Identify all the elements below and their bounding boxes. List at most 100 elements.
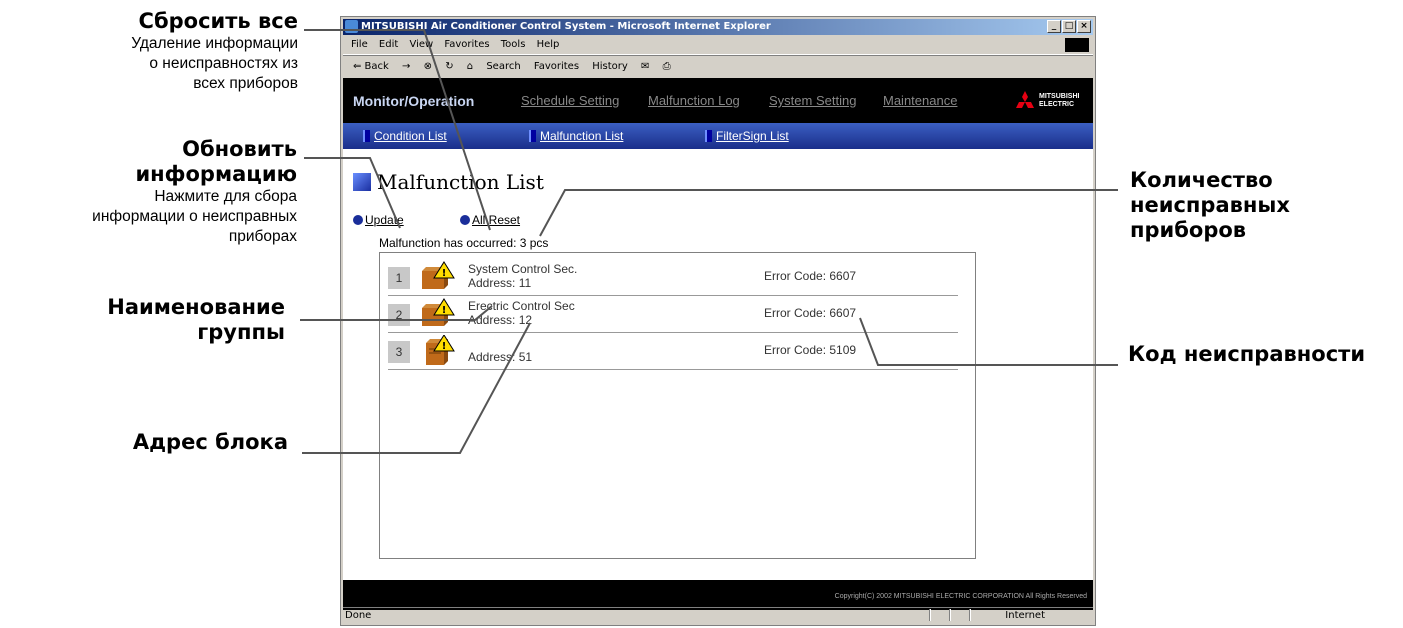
callout-title: Сбросить все	[138, 9, 298, 33]
callout-title: Код неисправности	[1128, 342, 1366, 366]
bullet-icon	[460, 215, 470, 225]
menu-view[interactable]: View	[409, 39, 433, 50]
list-item[interactable]: 2 ! Erectric Control Sec Address: 12 Err…	[388, 296, 958, 333]
mitsubishi-logo: MITSUBISHI ELECTRIC	[1013, 91, 1083, 111]
callout-desc-line: Удаление информации	[131, 35, 298, 52]
subnav-filtersign-list[interactable]: FilterSign List	[705, 129, 789, 143]
outdoor-unit-warning-icon: !	[426, 335, 455, 365]
callout-title: группы	[197, 320, 285, 344]
update-link[interactable]: Update	[353, 213, 404, 227]
unit-address: Address: 11	[468, 276, 532, 290]
close-button[interactable]: ×	[1077, 20, 1091, 33]
stop-icon[interactable]: ⊗	[424, 61, 432, 72]
subnav-label: Condition List	[374, 129, 447, 143]
callout-title: Количество	[1130, 168, 1273, 192]
callout-desc-line: о неисправностях из	[149, 55, 298, 72]
toolbar: ⇐ Back → ⊗ ↻ ⌂ Search Favorites History …	[343, 55, 1093, 78]
mail-icon[interactable]: ✉	[641, 61, 649, 72]
nav-maintenance[interactable]: Maintenance	[883, 93, 957, 108]
all-reset-label: All Reset	[472, 213, 521, 227]
callout-desc-line: приборах	[228, 228, 297, 245]
svg-text:!: !	[442, 341, 447, 352]
browser-window: MITSUBISHI Air Conditioner Control Syste…	[340, 16, 1096, 626]
favorites-button[interactable]: Favorites	[534, 61, 579, 72]
callout-unit-address: Адрес блока	[60, 430, 288, 455]
error-code: Error Code: 6607	[764, 269, 857, 283]
back-button[interactable]: ⇐ Back	[353, 61, 389, 72]
subnav-label: FilterSign List	[716, 129, 789, 143]
three-diamonds-icon	[1016, 91, 1034, 108]
zone-text: Internet	[1005, 610, 1045, 621]
title-square-icon	[353, 173, 371, 191]
bullet-icon	[353, 215, 363, 225]
search-button[interactable]: Search	[486, 61, 520, 72]
callout-desc-line: Нажмите для сбора	[154, 188, 297, 205]
controller-warning-icon: !	[422, 298, 455, 326]
unit-address: Address: 12	[468, 313, 533, 327]
unit-address: Address: 51	[468, 350, 533, 364]
nav-system-setting[interactable]: System Setting	[769, 93, 856, 108]
svg-text:!: !	[442, 305, 447, 316]
sub-nav: Condition List Malfunction List FilterSi…	[343, 123, 1093, 149]
menu-help[interactable]: Help	[537, 39, 560, 50]
nav-monitor-operation[interactable]: Monitor/Operation	[353, 93, 474, 109]
malfunction-list[interactable]: 1 ! System Control Sec. Address: 11 Erro…	[379, 252, 976, 559]
callout-update: Обновить информацию Нажмите для сбора ин…	[0, 137, 297, 247]
logo-line: ELECTRIC	[1039, 101, 1074, 108]
maximize-button[interactable]: □	[1062, 20, 1076, 33]
callout-desc-line: всех приборов	[193, 75, 298, 92]
callout-title: неисправных	[1130, 193, 1290, 217]
subnav-malfunction-list[interactable]: Malfunction List	[529, 129, 623, 143]
error-code: Error Code: 5109	[764, 343, 857, 357]
nav-malfunction-log[interactable]: Malfunction Log	[648, 93, 740, 108]
list-item[interactable]: 3 ! Address: 51 Error Code: 5109	[388, 333, 958, 370]
callout-desc-line: информации о неисправных	[92, 208, 297, 225]
nav-schedule-setting[interactable]: Schedule Setting	[521, 93, 619, 108]
menu-edit[interactable]: Edit	[379, 39, 398, 50]
minimize-button[interactable]: _	[1047, 20, 1061, 33]
callout-group-name: Наименование группы	[40, 295, 285, 345]
callout-title: Адрес блока	[132, 430, 288, 454]
forward-button[interactable]: →	[402, 61, 410, 72]
subnav-label: Malfunction List	[540, 129, 624, 143]
page-content: Monitor/Operation Schedule Setting Malfu…	[343, 78, 1093, 610]
status-text: Done	[345, 610, 372, 621]
callout-title: Наименование	[107, 295, 285, 319]
controller-warning-icon: !	[422, 261, 455, 289]
page-title: Malfunction List	[353, 170, 544, 194]
menu-tools[interactable]: Tools	[501, 39, 526, 50]
update-label: Update	[365, 213, 404, 227]
group-name: Erectric Control Sec	[468, 299, 575, 313]
refresh-icon[interactable]: ↻	[445, 61, 453, 72]
menu-favorites[interactable]: Favorites	[444, 39, 489, 50]
callout-error-code: Код неисправности	[1128, 342, 1403, 367]
main-nav: Monitor/Operation Schedule Setting Malfu…	[343, 78, 1093, 123]
status-bar: Done Internet	[343, 607, 1093, 623]
svg-text:!: !	[442, 268, 447, 279]
window-title: MITSUBISHI Air Conditioner Control Syste…	[361, 21, 771, 32]
malfunction-count: Malfunction has occurred: 3 pcs	[379, 236, 549, 250]
menu-file[interactable]: File	[351, 39, 368, 50]
menu-bar: File Edit View Favorites Tools Help	[343, 36, 1093, 55]
title-bar: MITSUBISHI Air Conditioner Control Syste…	[343, 19, 1093, 35]
windows-logo-icon	[1065, 38, 1089, 52]
logo-line: MITSUBISHI	[1039, 93, 1080, 100]
print-icon[interactable]: ⎙	[663, 61, 671, 72]
copyright: Copyright(C) 2002 MITSUBISHI ELECTRIC CO…	[834, 593, 1087, 600]
row-number: 2	[388, 304, 410, 326]
home-icon[interactable]: ⌂	[467, 61, 473, 72]
history-button[interactable]: History	[592, 61, 628, 72]
callout-title: информацию	[135, 162, 297, 186]
all-reset-link[interactable]: All Reset	[460, 213, 520, 227]
callout-count: Количество неисправных приборов	[1130, 168, 1380, 243]
row-number: 3	[388, 341, 410, 363]
callout-title: приборов	[1130, 218, 1247, 242]
callout-title: Обновить	[182, 137, 297, 161]
subnav-condition-list[interactable]: Condition List	[363, 129, 447, 143]
ie-icon	[345, 20, 358, 33]
group-name: System Control Sec.	[468, 262, 578, 276]
row-number: 1	[388, 267, 410, 289]
callout-reset-all: Сбросить все Удаление информации о неисп…	[30, 9, 298, 94]
page-footer: Copyright(C) 2002 MITSUBISHI ELECTRIC CO…	[343, 580, 1093, 610]
list-item[interactable]: 1 ! System Control Sec. Address: 11 Erro…	[388, 259, 958, 296]
